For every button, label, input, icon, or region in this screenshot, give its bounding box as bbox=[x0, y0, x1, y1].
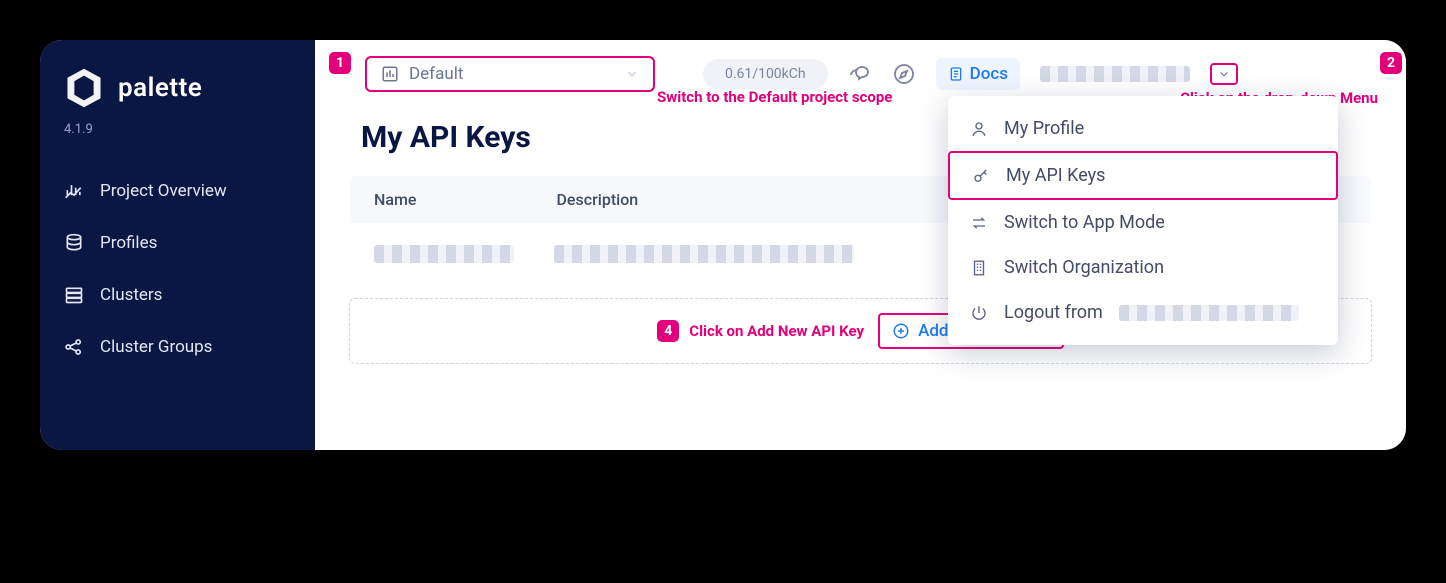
overview-icon bbox=[64, 181, 84, 201]
sidebar-item-label: Cluster Groups bbox=[100, 337, 212, 357]
profiles-icon bbox=[64, 233, 84, 253]
annotation-badge-1: 1 bbox=[329, 52, 351, 74]
scope-value: Default bbox=[409, 64, 615, 84]
user-name-blurred bbox=[1040, 66, 1190, 82]
dropdown-item-label: My Profile bbox=[1004, 118, 1084, 139]
chevron-down-icon bbox=[625, 67, 639, 81]
logout-org-blurred bbox=[1119, 305, 1299, 321]
table-column-description: Description bbox=[556, 190, 638, 209]
cell-name-blurred bbox=[374, 245, 514, 263]
topbar: Default 0.61/100kCh Docs bbox=[315, 56, 1406, 92]
sidebar-item-profiles[interactable]: Profiles bbox=[40, 217, 315, 269]
dropdown-item-my-api-keys[interactable]: My API Keys bbox=[948, 151, 1338, 200]
plus-circle-icon bbox=[892, 322, 910, 340]
dropdown-item-label: Switch Organization bbox=[1004, 257, 1164, 278]
main-content: 1 Default 0.61/100kCh Docs 2 Switch to t… bbox=[315, 40, 1406, 450]
bar-chart-icon bbox=[381, 65, 399, 83]
docs-icon bbox=[948, 66, 964, 82]
clusters-icon bbox=[64, 285, 84, 305]
dropdown-item-label: My API Keys bbox=[1006, 165, 1105, 186]
palette-logo-icon bbox=[62, 66, 106, 110]
sidebar-nav: Project Overview Profiles Clusters Clust… bbox=[40, 155, 315, 373]
annotation-badge-4: 4 bbox=[657, 320, 679, 342]
sidebar-item-cluster-groups[interactable]: Cluster Groups bbox=[40, 321, 315, 373]
sidebar-item-clusters[interactable]: Clusters bbox=[40, 269, 315, 321]
sidebar: palette 4.1.9 Project Overview Profiles … bbox=[40, 40, 315, 450]
annotation-1: Switch to the Default project scope bbox=[657, 88, 892, 106]
annotation-badge-2: 2 bbox=[1380, 52, 1402, 74]
dropdown-item-switch-app-mode[interactable]: Switch to App Mode bbox=[948, 200, 1338, 245]
cell-desc-blurred bbox=[554, 245, 854, 263]
dropdown-item-logout[interactable]: Logout from bbox=[948, 290, 1338, 335]
user-icon bbox=[970, 120, 988, 138]
dropdown-item-label: Logout from bbox=[1004, 302, 1103, 323]
docs-link[interactable]: Docs bbox=[936, 58, 1020, 90]
docs-label: Docs bbox=[970, 64, 1008, 84]
sidebar-item-label: Project Overview bbox=[100, 181, 227, 201]
dropdown-item-switch-organization[interactable]: Switch Organization bbox=[948, 245, 1338, 290]
annotation-4: 4 Click on Add New API Key bbox=[657, 320, 864, 342]
sidebar-item-label: Profiles bbox=[100, 233, 157, 253]
dropdown-item-my-profile[interactable]: My Profile bbox=[948, 106, 1338, 151]
user-dropdown-menu: My Profile My API Keys Switch to App Mod… bbox=[948, 96, 1338, 345]
table-column-name: Name bbox=[374, 190, 416, 209]
sidebar-item-project-overview[interactable]: Project Overview bbox=[40, 165, 315, 217]
app-window: palette 4.1.9 Project Overview Profiles … bbox=[40, 40, 1406, 450]
credits-counter: 0.61/100kCh bbox=[703, 59, 828, 89]
user-menu-toggle[interactable] bbox=[1210, 63, 1238, 85]
brand-name: palette bbox=[118, 73, 202, 103]
version-label: 4.1.9 bbox=[40, 120, 315, 155]
chevron-down-icon bbox=[1216, 67, 1232, 81]
building-icon bbox=[970, 259, 988, 277]
dropdown-item-label: Switch to App Mode bbox=[1004, 212, 1165, 233]
cluster-groups-icon bbox=[64, 337, 84, 357]
project-scope-selector[interactable]: Default bbox=[365, 56, 655, 92]
power-icon bbox=[970, 304, 988, 322]
brand-logo: palette bbox=[40, 60, 315, 120]
key-icon bbox=[972, 167, 990, 185]
compass-icon[interactable] bbox=[892, 62, 916, 86]
switch-arrows-icon bbox=[970, 214, 988, 232]
chat-icon[interactable] bbox=[848, 62, 872, 86]
sidebar-item-label: Clusters bbox=[100, 285, 162, 305]
